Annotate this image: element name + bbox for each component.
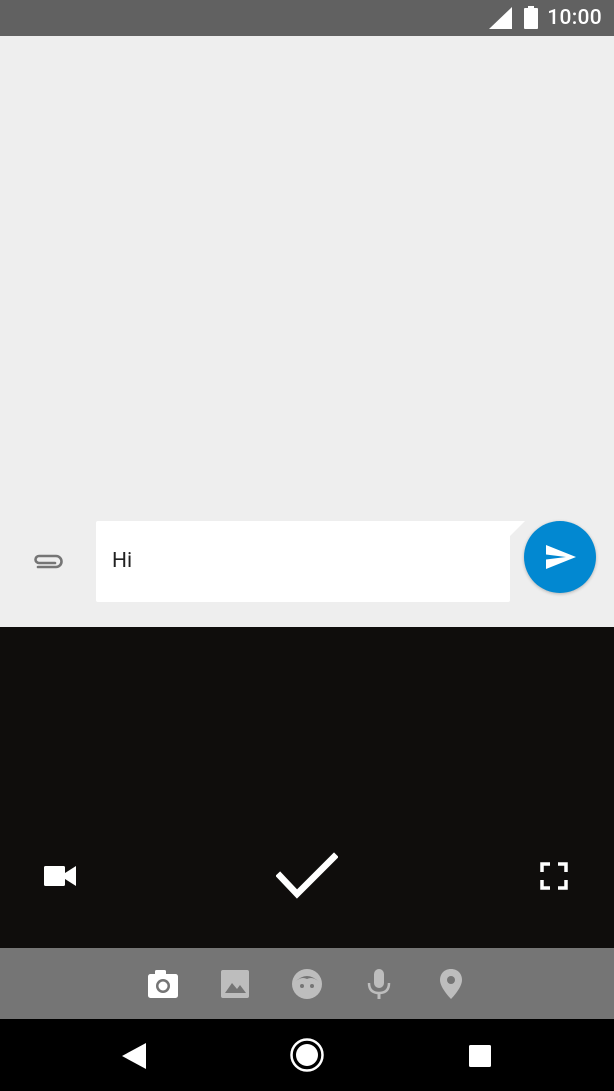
video-camera-icon[interactable] (44, 865, 76, 887)
message-compose-field[interactable]: Hi (96, 521, 510, 602)
recents-icon[interactable] (469, 1045, 491, 1067)
navigation-bar (0, 1019, 614, 1091)
status-bar: 10:00 (0, 0, 614, 36)
media-picker-bar (0, 948, 614, 1019)
camera-icon[interactable] (147, 968, 179, 1000)
checkmark-icon[interactable] (276, 852, 338, 900)
send-button[interactable] (524, 521, 596, 593)
back-icon[interactable] (122, 1043, 146, 1069)
compose-text: Hi (112, 549, 133, 573)
gallery-icon[interactable] (219, 968, 251, 1000)
status-time: 10:00 (547, 6, 602, 30)
paperclip-icon[interactable] (30, 548, 66, 576)
compose-bubble-tail (509, 521, 525, 537)
sticker-icon[interactable] (291, 968, 323, 1000)
battery-icon (524, 6, 538, 29)
send-icon (546, 545, 576, 569)
home-icon[interactable] (289, 1037, 325, 1073)
microphone-icon[interactable] (363, 968, 395, 1000)
location-icon[interactable] (435, 968, 467, 1000)
fullscreen-icon[interactable] (540, 862, 568, 890)
signal-icon (489, 7, 512, 29)
